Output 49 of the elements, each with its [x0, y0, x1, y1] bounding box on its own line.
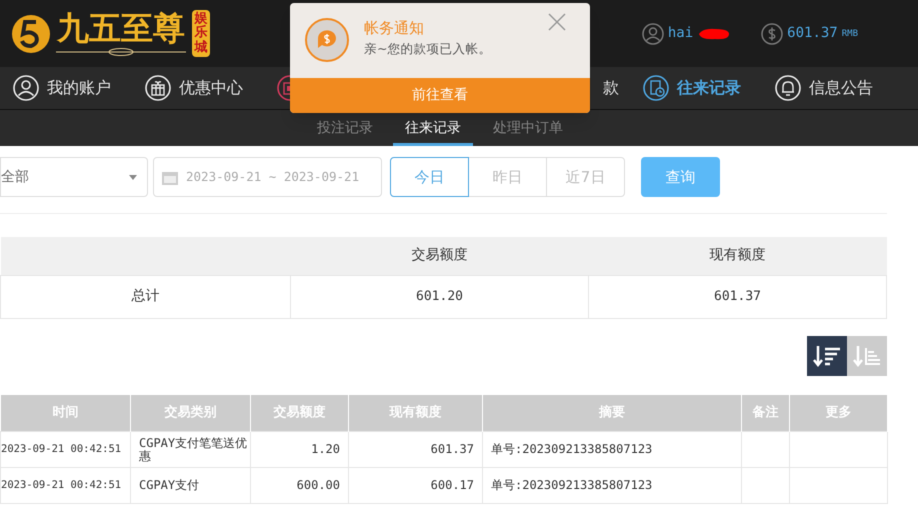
message-icon: [304, 17, 350, 63]
username: hai: [668, 24, 694, 43]
table-cell: 1.20: [250, 432, 348, 468]
redaction-mark: [697, 26, 732, 40]
sort-icon: [812, 344, 842, 368]
subtab[interactable]: 投注记录: [305, 113, 385, 146]
view-button[interactable]: 前往查看: [290, 78, 590, 113]
calendar-icon: [162, 170, 178, 184]
person-icon: [13, 75, 39, 101]
table-cell: 单号:202309213385807123: [482, 432, 742, 468]
table-cell: 600.17: [348, 468, 482, 504]
close-icon[interactable]: [548, 13, 566, 31]
user-icon: [642, 22, 664, 44]
nav-item[interactable]: 优惠中心: [145, 75, 243, 101]
nav-item[interactable]: 往来记录: [643, 75, 741, 101]
date-range-button[interactable]: 今日: [390, 157, 469, 197]
notification-message: 亲~您的款项已入帐。: [364, 40, 492, 58]
column-header: 现有额度: [588, 237, 886, 275]
sort-descending-button[interactable]: [807, 336, 847, 376]
subtab[interactable]: 处理中订单: [481, 113, 575, 146]
logo-badge: 娱乐城: [192, 10, 210, 57]
gift-icon: [145, 75, 171, 101]
coin-icon: [761, 22, 784, 44]
notification-title: 帐务通知: [364, 18, 424, 39]
table-cell: CGPAY支付: [130, 468, 250, 504]
currency: RMB: [842, 28, 858, 42]
table-cell: 单号:202309213385807123: [482, 468, 742, 504]
nav-item[interactable]: 信息公告: [775, 75, 873, 101]
type-select[interactable]: 全部: [0, 157, 148, 197]
table-cell: 601.20: [290, 275, 588, 318]
column-header: 交易额度: [290, 237, 588, 275]
caret-icon: [129, 174, 137, 180]
balance: 601.37: [787, 24, 838, 43]
table-cell: 600.00: [250, 468, 348, 504]
table-cell: 601.37: [348, 432, 482, 468]
nav-item[interactable]: 我的账户: [13, 75, 111, 101]
table-cell: 2023-09-21 00:42:51: [0, 432, 130, 468]
table-cell: 总计: [0, 275, 290, 318]
date-range-field[interactable]: 2023-09-21 ~ 2023-09-21: [153, 157, 382, 197]
sort-icon: [852, 344, 882, 368]
table-cell: CGPAY支付笔笔送优惠: [130, 432, 250, 468]
logo-text: 九五至尊: [57, 12, 185, 44]
nav-item[interactable]: 款: [603, 76, 619, 100]
table-cell: 2023-09-21 00:42:51: [0, 468, 130, 504]
bell-icon: [775, 75, 801, 101]
logo-icon: [10, 12, 52, 54]
record-icon: [643, 75, 669, 101]
search-button[interactable]: 查询: [641, 157, 720, 197]
table-cell: 601.37: [588, 275, 886, 318]
